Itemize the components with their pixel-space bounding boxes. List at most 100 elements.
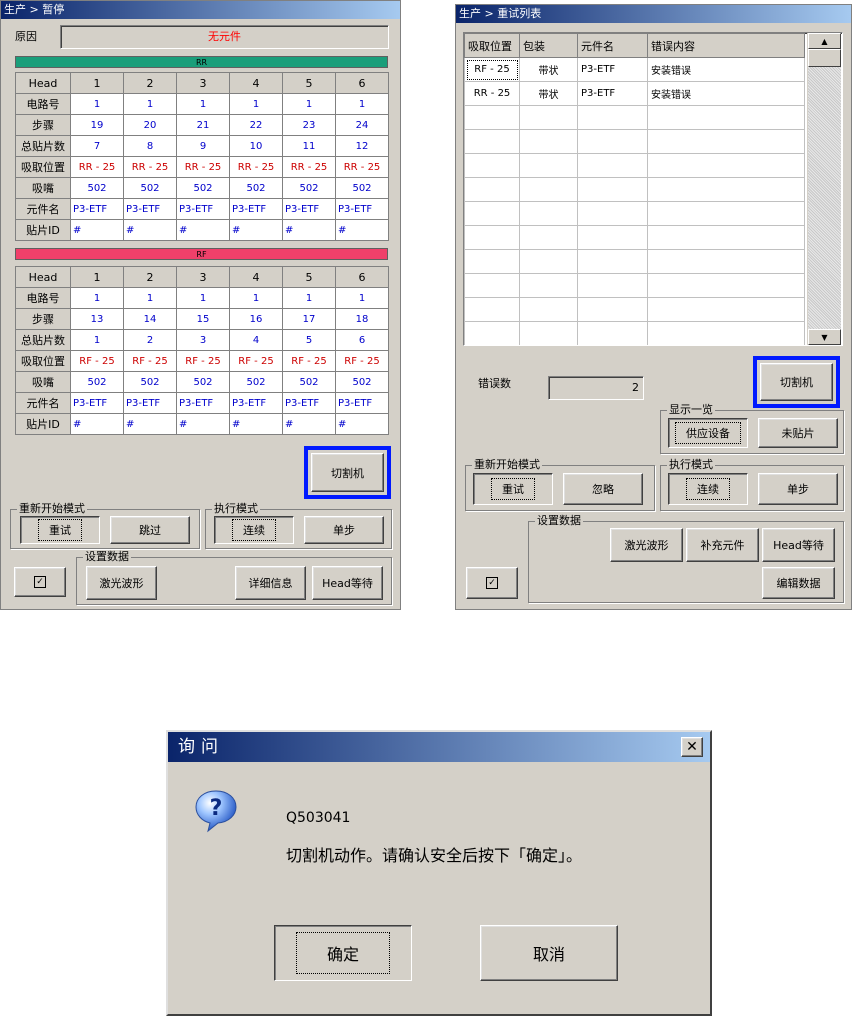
retry-list-scrollbar[interactable]: ▲ ▼ [807, 33, 841, 345]
table-cell: # [282, 413, 336, 435]
single-step-button-right-label: 单步 [787, 483, 809, 496]
head-wait-button-right[interactable]: Head等待 [762, 528, 835, 562]
head-wait-button[interactable]: Head等待 [312, 566, 383, 600]
laser-waveform-button[interactable]: 激光波形 [86, 566, 157, 600]
table-cell: 1 [282, 287, 336, 309]
table-row: 吸取位置 RR - 25 RR - 25 RR - 25 RR - 25 RR - 25 R… [15, 156, 389, 178]
single-step-button[interactable]: 单步 [304, 516, 384, 544]
continuous-button-right[interactable]: 连续 [668, 473, 748, 505]
table-cell: 2 [123, 329, 177, 351]
table-cell: RF - 25 [229, 350, 283, 372]
error-count-label: 错误数 [478, 377, 511, 390]
table-cell: # [229, 413, 283, 435]
table-cell: P3-ETF [335, 392, 389, 414]
table-cell [577, 129, 648, 154]
dialog-close-button[interactable]: ✕ [681, 737, 703, 757]
retry-button-label: 重试 [38, 519, 82, 541]
head-number: 2 [123, 72, 177, 94]
table-row[interactable] [464, 321, 805, 345]
table-cell [519, 201, 578, 226]
column-header[interactable]: 元件名 [577, 33, 648, 58]
column-header[interactable]: 吸取位置 [464, 33, 520, 58]
table-cell: P3-ETF [577, 81, 648, 106]
head-number: 3 [176, 72, 230, 94]
column-header[interactable]: 包装 [519, 33, 578, 58]
skip-button[interactable]: 跳过 [110, 516, 190, 544]
edit-data-label: 编辑数据 [776, 577, 821, 590]
table-cell [577, 297, 648, 322]
head-label: Head [15, 72, 71, 94]
head-number: 5 [282, 266, 336, 288]
table-cell: P3-ETF [229, 392, 283, 414]
table-row[interactable] [464, 297, 805, 322]
table-cell [577, 153, 648, 178]
laser-waveform-button-right[interactable]: 激光波形 [610, 528, 683, 562]
table-cell: 4 [229, 329, 283, 351]
table-cell: RR - 25 [123, 156, 177, 178]
table-cell: RR - 25 [70, 156, 124, 178]
table-row[interactable] [464, 249, 805, 274]
table-cell [577, 249, 648, 274]
table-cell: 14 [123, 308, 177, 330]
cutter-button[interactable]: 切割机 [311, 453, 384, 492]
table-row: 元件名 P3-ETF P3-ETF P3-ETF P3-ETF P3-ETF P3-ETF [15, 198, 389, 220]
cutter-button-right[interactable]: 切割机 [760, 363, 833, 401]
retry-button[interactable]: 重试 [20, 516, 100, 544]
scroll-down-button[interactable]: ▼ [808, 329, 841, 345]
reason-label: 原因 [15, 30, 37, 43]
table-cell [647, 129, 805, 154]
table-cell: 带状 [519, 57, 578, 82]
table-row[interactable] [464, 201, 805, 226]
ignore-button[interactable]: 忽略 [563, 473, 643, 505]
head-number: 5 [282, 72, 336, 94]
ignore-button-label: 忽略 [592, 483, 614, 496]
column-header[interactable]: 错误内容 [647, 33, 805, 58]
supply-device-button[interactable]: 供应设备 [668, 418, 748, 448]
table-cell: # [123, 413, 177, 435]
details-button[interactable]: 详细信息 [235, 566, 306, 600]
scroll-up-button[interactable]: ▲ [808, 33, 841, 49]
table-cell: # [335, 413, 389, 435]
scroll-thumb[interactable] [808, 49, 841, 67]
single-step-button-right[interactable]: 单步 [758, 473, 838, 505]
table-row[interactable] [464, 129, 805, 154]
table-cell: 1 [70, 329, 124, 351]
retry-button-right[interactable]: 重试 [473, 473, 553, 505]
table-row[interactable]: RR - 25 带状 P3-ETF 安装错误 [464, 81, 805, 106]
dialog-ok-label: 确定 [295, 932, 390, 974]
table-row[interactable] [464, 273, 805, 298]
table-row[interactable] [464, 177, 805, 202]
table-cell: 502 [282, 177, 336, 199]
continuous-button[interactable]: 连续 [214, 516, 294, 544]
display-list-label: 显示一览 [667, 403, 715, 417]
replenish-parts-button[interactable]: 补充元件 [686, 528, 759, 562]
row-label: 电路号 [15, 287, 71, 309]
table-cell [464, 177, 520, 202]
question-icon: ? [193, 788, 239, 834]
dialog-cancel-button[interactable]: 取消 [480, 925, 618, 981]
table-cell: RF - 25 [176, 350, 230, 372]
head-number: 1 [70, 266, 124, 288]
pause-panel-title: 生产 > 暂停 [1, 1, 400, 19]
rr-head-row: Head 1 2 3 4 5 6 [15, 72, 389, 94]
table-row: 总贴片数 7 8 9 10 11 12 [15, 135, 389, 157]
table-cell [519, 249, 578, 274]
row-label: 吸嘴 [15, 177, 71, 199]
table-row[interactable] [464, 153, 805, 178]
table-cell [464, 249, 520, 274]
pause-panel: 生产 > 暂停 原因 无元件 RR Head 1 2 3 4 5 6 电路号 1 1 1 1 1 1 步骤 1… [0, 0, 401, 610]
cutter-button-right-label: 切割机 [780, 376, 813, 389]
dialog-ok-button[interactable]: 确定 [274, 925, 412, 981]
check-button-right[interactable]: ✓ [466, 567, 518, 599]
table-row: 吸嘴 502 502 502 502 502 502 [15, 177, 389, 199]
table-row[interactable] [464, 225, 805, 250]
check-button[interactable]: ✓ [14, 567, 66, 597]
edit-data-button[interactable]: 编辑数据 [762, 567, 835, 599]
not-mounted-button[interactable]: 未贴片 [758, 418, 838, 448]
table-cell: 1 [229, 93, 283, 115]
dialog-message: 切割机动作。请确认安全后按下「确定」。 [286, 846, 583, 865]
table-cell: 502 [176, 371, 230, 393]
table-row[interactable] [464, 105, 805, 130]
table-row[interactable]: RF - 25 带状 P3-ETF 安装错误 [464, 57, 805, 82]
table-cell: RF - 25 [464, 57, 520, 82]
